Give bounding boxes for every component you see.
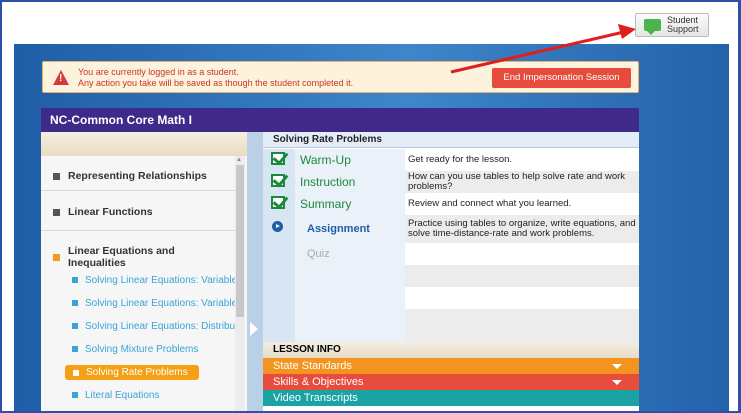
- sidebar-lesson-item-active[interactable]: Solving Rate Problems: [65, 365, 199, 380]
- status-cell: [263, 265, 295, 287]
- bullet-square-icon: [53, 172, 60, 180]
- empty-row: [263, 265, 639, 287]
- end-impersonation-button[interactable]: End Impersonation Session: [492, 68, 631, 88]
- lesson-panel: Solving Rate Problems Warm-Up Get ready …: [263, 132, 639, 411]
- empty-cell: [405, 309, 639, 342]
- activity-name[interactable]: Warm-Up: [295, 149, 405, 171]
- bar-label: Skills & Objectives: [273, 376, 364, 388]
- status-cell: [263, 171, 295, 193]
- checkbox-checked-icon: [271, 152, 285, 165]
- bullet-square-icon: [72, 323, 78, 329]
- empty-cell: [405, 265, 639, 287]
- activity-name[interactable]: Summary: [295, 193, 405, 215]
- activity-name: Quiz: [295, 243, 405, 265]
- sidebar-lesson-label: Solving Mixture Problems: [85, 343, 199, 355]
- status-cell: [263, 215, 295, 243]
- sidebar-section-representing-relationships[interactable]: Representing Relationships: [41, 168, 235, 184]
- sidebar-header: [41, 132, 247, 156]
- empty-cell: [295, 309, 405, 342]
- sidebar-section-label: Linear Functions: [68, 206, 153, 218]
- sidebar-lesson-label: Solving Linear Equations: Distribu: [85, 320, 235, 332]
- status-cell: [263, 243, 295, 265]
- chevron-down-icon: [612, 364, 622, 369]
- sidebar-lesson-item[interactable]: Solving Linear Equations: Variable: [41, 296, 235, 310]
- unit-sidebar: Representing Relationships Linear Functi…: [41, 132, 247, 411]
- chevron-right-icon: [250, 322, 258, 336]
- checkbox-checked-icon: [271, 196, 285, 209]
- play-icon: [272, 221, 283, 232]
- sidebar-lesson-item[interactable]: Literal Equations: [41, 388, 235, 402]
- course-title: NC-Common Core Math I: [41, 108, 639, 132]
- empty-cell: [295, 265, 405, 287]
- sidebar-scroll-thumb[interactable]: [236, 165, 244, 317]
- activity-description: How can you use tables to help solve rat…: [405, 171, 639, 193]
- bar-label: State Standards: [273, 360, 352, 372]
- sidebar-lesson-label: Solving Rate Problems: [86, 367, 188, 378]
- empty-cell: [295, 287, 405, 309]
- bullet-square-icon: [73, 369, 79, 376]
- state-standards-bar[interactable]: State Standards: [263, 358, 639, 374]
- sidebar-lesson-item[interactable]: Solving Mixture Problems: [41, 342, 235, 356]
- student-support-label: Student Support: [667, 15, 699, 34]
- bullet-square-icon: [72, 392, 78, 398]
- sidebar-lesson-item[interactable]: Solving Linear Equations: Distribu: [41, 319, 235, 333]
- sidebar-section-label: Representing Relationships: [68, 170, 207, 182]
- sidebar-collapse-toggle[interactable]: [247, 132, 263, 411]
- activity-description: [405, 243, 639, 265]
- status-cell: [263, 287, 295, 309]
- chat-bubble-icon: [644, 19, 661, 35]
- course-panel: NC-Common Core Math I Representing Relat…: [41, 108, 639, 411]
- lesson-title: Solving Rate Problems: [263, 132, 639, 148]
- skills-objectives-bar[interactable]: Skills & Objectives: [263, 374, 639, 390]
- status-cell: [263, 193, 295, 215]
- bullet-square-icon: [72, 346, 78, 352]
- sidebar-section-linear-functions[interactable]: Linear Functions: [41, 204, 235, 220]
- divider: [41, 190, 235, 191]
- activity-row-summary[interactable]: Summary Review and connect what you lear…: [263, 193, 639, 215]
- impersonation-alert: ! You are currently logged in as a stude…: [42, 61, 639, 93]
- bullet-square-icon: [72, 277, 78, 283]
- divider: [41, 230, 235, 231]
- bar-label: Video Transcripts: [273, 392, 358, 404]
- sidebar-section-linear-equations[interactable]: Linear Equations and Inequalities: [41, 245, 235, 269]
- video-transcripts-bar[interactable]: Video Transcripts: [263, 390, 639, 406]
- bullet-square-icon: [53, 253, 60, 261]
- empty-cell: [405, 287, 639, 309]
- sidebar-lesson-item[interactable]: Solving Linear Equations: Variable: [41, 273, 235, 287]
- activity-row-quiz: Quiz: [263, 243, 639, 265]
- scroll-up-icon[interactable]: ▲: [236, 157, 242, 163]
- empty-row: [263, 309, 639, 342]
- sidebar-lesson-label: Solving Linear Equations: Variable: [85, 297, 235, 309]
- main-area: ! You are currently logged in as a stude…: [14, 44, 729, 411]
- activity-name[interactable]: Assignment: [295, 215, 405, 243]
- sidebar-lesson-label: Solving Linear Equations: Variable: [85, 274, 235, 286]
- activity-description: Get ready for the lesson.: [408, 154, 513, 165]
- activity-name[interactable]: Instruction: [295, 171, 405, 193]
- checkbox-checked-icon: [271, 174, 285, 187]
- activity-description: Practice using tables to organize, write…: [405, 215, 639, 243]
- warning-icon: !: [53, 70, 69, 85]
- activity-row-warm-up[interactable]: Warm-Up Get ready for the lesson.: [263, 149, 639, 171]
- sidebar-section-label: Linear Equations and Inequalities: [67, 245, 175, 269]
- bullet-square-icon: [53, 208, 60, 216]
- top-bar: Student Support: [2, 2, 738, 44]
- student-support-button[interactable]: Student Support: [635, 13, 709, 37]
- bullet-square-icon: [72, 300, 78, 306]
- activity-row-assignment[interactable]: Assignment Practice using tables to orga…: [263, 215, 639, 243]
- activity-row-instruction[interactable]: Instruction How can you use tables to he…: [263, 171, 639, 193]
- sidebar-lesson-label: Literal Equations: [85, 389, 160, 401]
- lesson-info-header: LESSON INFO: [263, 342, 639, 358]
- alert-message: You are currently logged in as a student…: [78, 67, 354, 88]
- activity-description: Review and connect what you learned.: [408, 198, 572, 209]
- status-cell: [263, 309, 295, 342]
- chevron-down-icon: [612, 380, 622, 385]
- empty-row: [263, 287, 639, 309]
- status-cell: [263, 149, 295, 171]
- app-frame: Student Support ! You are currently logg…: [0, 0, 741, 413]
